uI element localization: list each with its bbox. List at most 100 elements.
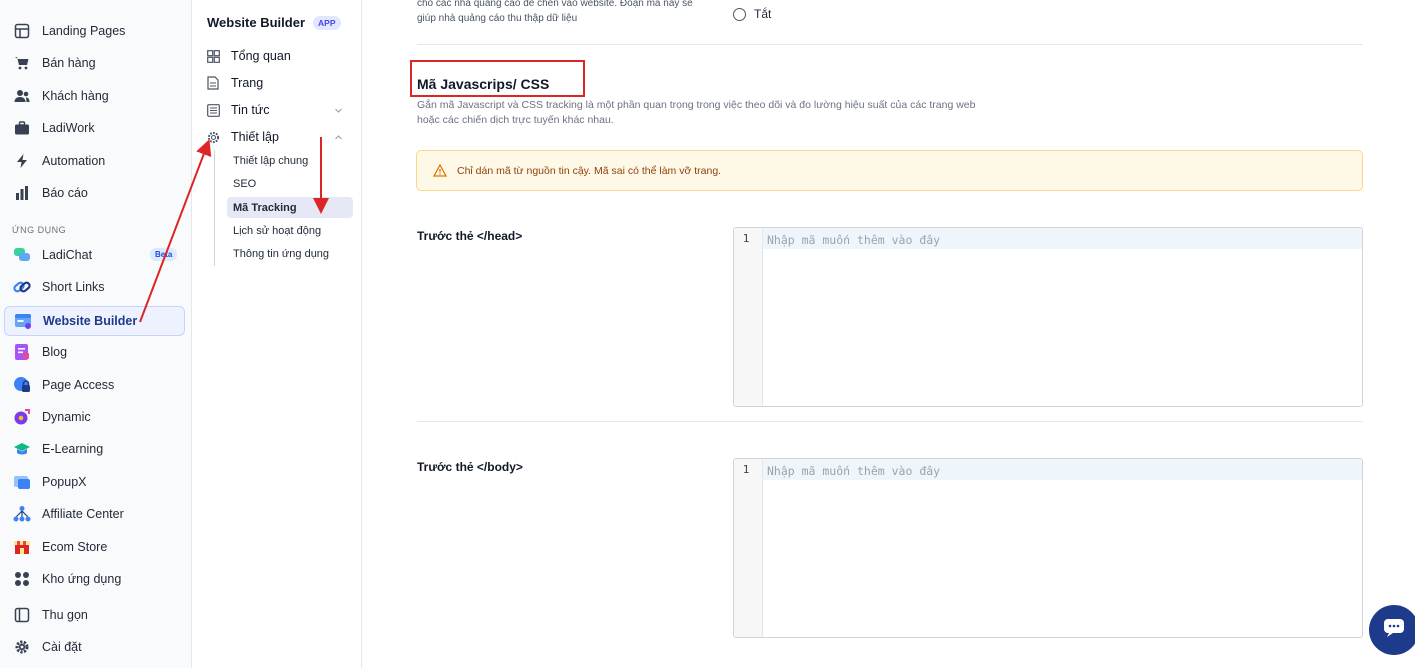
line-number: 1 xyxy=(742,463,750,476)
nav-label: LadiChat xyxy=(42,248,93,262)
nav-label: Page Access xyxy=(42,378,115,392)
nav-e-learning[interactable]: E-Learning xyxy=(4,434,185,464)
sub-sidebar-title: Website Builder xyxy=(207,15,306,30)
previous-section-desc: cho các nhà quảng cáo để chèn vào websit… xyxy=(417,0,693,24)
sub-child-thong-tin-ung-dung[interactable]: Thông tin ứng dụng xyxy=(227,243,353,264)
warning-text: Chỉ dán mã từ nguồn tin cậy. Mã sai có t… xyxy=(457,164,722,177)
dynamic-icon xyxy=(12,407,32,427)
sub-child-lich-su-hoat-dong[interactable]: Lịch sử hoạt động xyxy=(227,220,353,241)
nav-landing-pages[interactable]: Landing Pages xyxy=(4,16,185,46)
nav-label: LadiWork xyxy=(42,121,95,135)
head-label: Trước thẻ </head> xyxy=(417,229,523,243)
editor-placeholder[interactable]: Nhập mã muốn thêm vào đây xyxy=(767,464,940,478)
divider xyxy=(417,421,1363,422)
app-sidebar: Landing Pages Bán hàng Khách hàng LadiWo… xyxy=(0,0,192,668)
nav-ladiwork[interactable]: LadiWork xyxy=(4,113,185,143)
nav-label: Thu gọn xyxy=(42,608,88,622)
dashboard-icon xyxy=(206,49,220,63)
bar-chart-icon xyxy=(12,183,32,203)
layout-icon xyxy=(12,21,32,41)
nav-label: Cài đặt xyxy=(42,640,82,654)
sub-item-tong-quan[interactable]: Tổng quan xyxy=(206,45,351,67)
beta-badge: Beta xyxy=(150,248,178,261)
editor-gutter xyxy=(734,228,763,406)
nav-label: Khách hàng xyxy=(42,89,109,103)
sub-item-trang[interactable]: Trang xyxy=(206,72,351,94)
sub-item-label: Tổng quan xyxy=(231,49,291,63)
radio-circle[interactable] xyxy=(733,7,746,21)
nav-short-links[interactable]: Short Links xyxy=(4,272,185,302)
sub-sidebar-header: Website Builder APP xyxy=(207,15,341,30)
nav-cai-dat[interactable]: Cài đặt xyxy=(4,632,185,662)
briefcase-icon xyxy=(12,118,32,138)
sub-child-ma-tracking[interactable]: Mã Tracking xyxy=(227,197,353,218)
nav-ladichat[interactable]: LadiChat Beta xyxy=(4,240,185,270)
cart-icon xyxy=(12,53,32,73)
tree-line xyxy=(214,150,215,266)
head-code-editor[interactable]: 1 Nhập mã muốn thêm vào đây xyxy=(733,227,1363,407)
support-chat-button[interactable] xyxy=(1369,605,1415,655)
radio-label: Tắt xyxy=(754,7,772,21)
warning-icon xyxy=(433,164,447,177)
nav-label: Short Links xyxy=(42,280,105,294)
lock-icon xyxy=(12,375,32,395)
nav-label: Automation xyxy=(42,154,106,168)
sub-item-label: Tin tức xyxy=(231,103,270,117)
nav-label: Blog xyxy=(42,345,68,359)
editor-placeholder[interactable]: Nhập mã muốn thêm vào đây xyxy=(767,233,940,247)
chat-icon xyxy=(12,245,32,265)
nav-page-access[interactable]: Page Access xyxy=(4,370,185,400)
store-icon xyxy=(12,537,32,557)
apps-section-label: ỨNG DỤNG xyxy=(12,225,67,235)
sub-child-seo[interactable]: SEO xyxy=(227,173,353,194)
nav-label: E-Learning xyxy=(42,442,104,456)
nav-bao-cao[interactable]: Báo cáo xyxy=(4,178,185,208)
network-icon xyxy=(12,504,32,524)
blog-icon xyxy=(12,342,32,362)
nav-blog[interactable]: Blog xyxy=(4,337,185,367)
nav-dynamic[interactable]: Dynamic xyxy=(4,402,185,432)
nav-automation[interactable]: Automation xyxy=(4,146,185,176)
lightning-icon xyxy=(12,151,32,171)
nav-label: PopupX xyxy=(42,475,87,489)
chat-bubble-icon xyxy=(1383,618,1405,643)
warning-banner: Chỉ dán mã từ nguồn tin cậy. Mã sai có t… xyxy=(416,150,1363,191)
nav-ecom-store[interactable]: Ecom Store xyxy=(4,532,185,562)
nav-label: Website Builder xyxy=(43,314,138,328)
nav-popupx[interactable]: PopupX xyxy=(4,467,185,497)
nav-label: Bán hàng xyxy=(42,56,96,70)
apps-grid-icon xyxy=(12,569,32,589)
nav-ban-hang[interactable]: Bán hàng xyxy=(4,48,185,78)
radio-off[interactable]: Tắt xyxy=(733,7,771,21)
graduation-icon xyxy=(12,439,32,459)
nav-label: Báo cáo xyxy=(42,186,88,200)
sub-item-tin-tuc[interactable]: Tin tức xyxy=(206,99,351,121)
nav-website-builder[interactable]: Website Builder xyxy=(4,306,185,336)
divider xyxy=(417,44,1363,45)
settings-icon xyxy=(206,130,220,144)
line-number: 1 xyxy=(742,232,750,245)
sub-child-thiet-lap-chung[interactable]: Thiết lập chung xyxy=(227,150,353,171)
news-icon xyxy=(206,103,220,117)
app-tag: APP xyxy=(313,15,341,30)
body-label: Trước thẻ </body> xyxy=(417,460,523,474)
body-code-editor[interactable]: 1 Nhập mã muốn thêm vào đây xyxy=(733,458,1363,638)
website-icon xyxy=(13,311,33,331)
gear-icon xyxy=(12,637,32,657)
nav-thu-gon[interactable]: Thu gọn xyxy=(4,600,185,630)
nav-label: Affiliate Center xyxy=(42,507,124,521)
sub-item-thiet-lap[interactable]: Thiết lập xyxy=(206,126,351,148)
nav-label: Kho ứng dụng xyxy=(42,572,122,586)
users-icon xyxy=(12,86,32,106)
page-icon xyxy=(206,76,220,90)
nav-affiliate-center[interactable]: Affiliate Center xyxy=(4,499,185,529)
website-builder-sidebar: Website Builder APP Tổng quan Trang Tin … xyxy=(192,0,362,668)
editor-gutter xyxy=(734,459,763,637)
nav-kho-ung-dung[interactable]: Kho ứng dụng xyxy=(4,564,185,594)
sub-item-label: Trang xyxy=(231,76,264,90)
section-title: Mã Javascrips/ CSS xyxy=(417,76,550,92)
chevron-up-icon xyxy=(334,131,343,145)
nav-khach-hang[interactable]: Khách hàng xyxy=(4,81,185,111)
section-description: Gắn mã Javascript và CSS tracking là một… xyxy=(417,99,976,126)
collapse-icon xyxy=(12,605,32,625)
